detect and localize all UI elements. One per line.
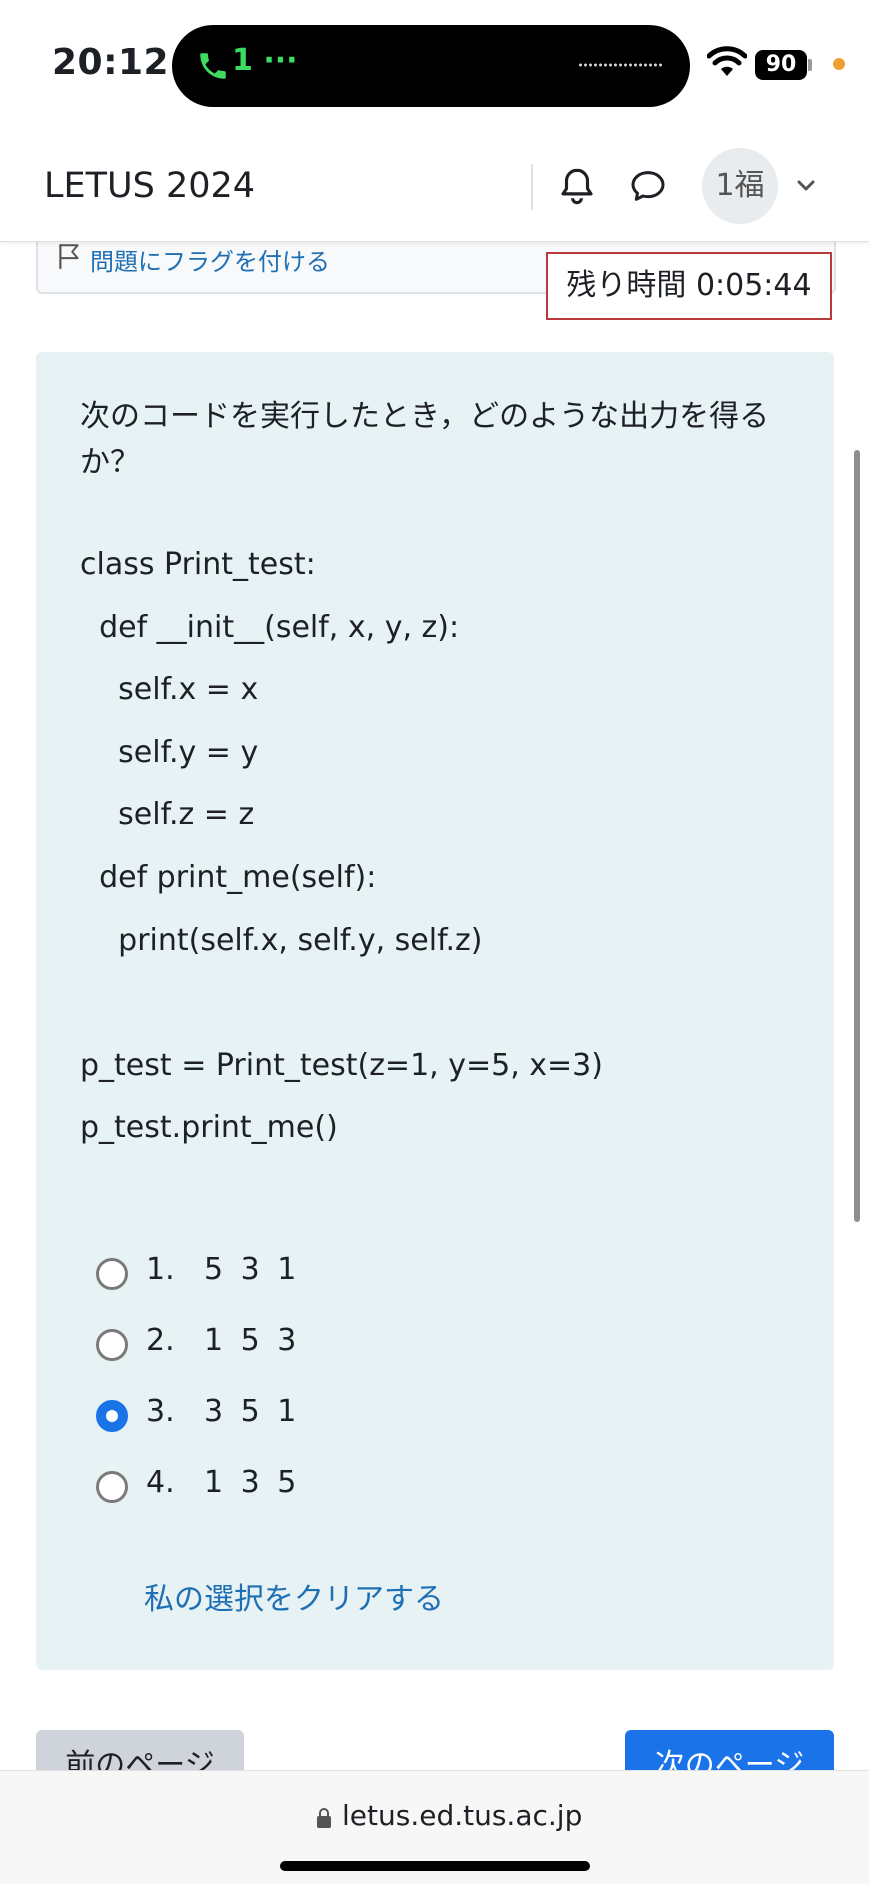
user-avatar[interactable]: 1福 — [702, 148, 778, 224]
battery-tip — [808, 59, 812, 71]
flag-icon[interactable] — [56, 242, 82, 270]
code-line: self.x = x — [80, 672, 259, 708]
time-remaining: 残り時間 0:05:44 — [546, 252, 832, 320]
top-navbar: LETUS 2024 1福 — [0, 130, 869, 242]
answer-number: 1. — [146, 1252, 175, 1287]
url-text[interactable]: letus.ed.tus.ac.jp — [342, 1799, 582, 1832]
answer-text[interactable]: 3 5 1 — [204, 1394, 300, 1429]
site-brand[interactable]: LETUS 2024 — [44, 166, 255, 206]
home-indicator[interactable] — [280, 1861, 590, 1871]
question-prompt: 次のコードを実行したとき，どのような出力を得るか？ — [80, 399, 770, 480]
answer-number: 4. — [146, 1465, 175, 1500]
code-line: def __init__(self, x, y, z): — [80, 609, 460, 645]
browser-address-bar[interactable]: letus.ed.tus.ac.jp — [0, 1770, 869, 1884]
battery-indicator: 90 — [755, 50, 807, 80]
wifi-icon — [707, 46, 747, 76]
status-bar: 20:12 1 ··· 90 — [0, 0, 869, 130]
question-content: 次のコードを実行したとき，どのような出力を得るか？ class Print_te… — [36, 352, 834, 1670]
answer-number: 3. — [146, 1394, 175, 1429]
code-line: p_test = Print_test(z=1, y=5, x=3) — [80, 1047, 603, 1083]
nav-divider — [531, 164, 533, 210]
call-label: 1 ··· — [232, 43, 298, 78]
answer-radio-4[interactable] — [96, 1471, 128, 1503]
code-line: def print_me(self): — [80, 859, 377, 895]
call-waveform — [578, 63, 662, 67]
code-line: p_test.print_me() — [80, 1110, 338, 1146]
chevron-down-icon[interactable] — [794, 174, 818, 198]
page-scrollbar[interactable] — [854, 450, 860, 1222]
mic-indicator-dot — [833, 58, 845, 70]
code-line: self.z = z — [80, 797, 255, 833]
answer-number: 2. — [146, 1323, 175, 1358]
answer-text[interactable]: 1 3 5 — [204, 1465, 300, 1500]
answer-text[interactable]: 1 5 3 — [204, 1323, 300, 1358]
code-line: self.y = y — [80, 734, 259, 770]
dynamic-island[interactable]: 1 ··· — [172, 25, 690, 107]
code-line: class Print_test: — [80, 547, 316, 582]
answer-radio-3[interactable] — [96, 1400, 128, 1432]
chat-icon[interactable] — [626, 166, 670, 206]
clear-choice-link[interactable]: 私の選択をクリアする — [144, 1574, 444, 1618]
status-time: 20:12 — [52, 42, 170, 83]
phone-icon — [200, 53, 226, 79]
lock-icon — [317, 1808, 331, 1828]
bell-icon[interactable] — [556, 164, 598, 208]
answer-radio-2[interactable] — [96, 1329, 128, 1361]
answer-radio-1[interactable] — [96, 1258, 128, 1290]
flag-question-link[interactable]: 問題にフラグを付ける — [90, 242, 330, 277]
code-line: print(self.x, self.y, self.z) — [80, 922, 483, 958]
code-block: class Print_test: def __init__(self, x, … — [80, 544, 603, 1170]
answer-text[interactable]: 5 3 1 — [204, 1252, 300, 1287]
